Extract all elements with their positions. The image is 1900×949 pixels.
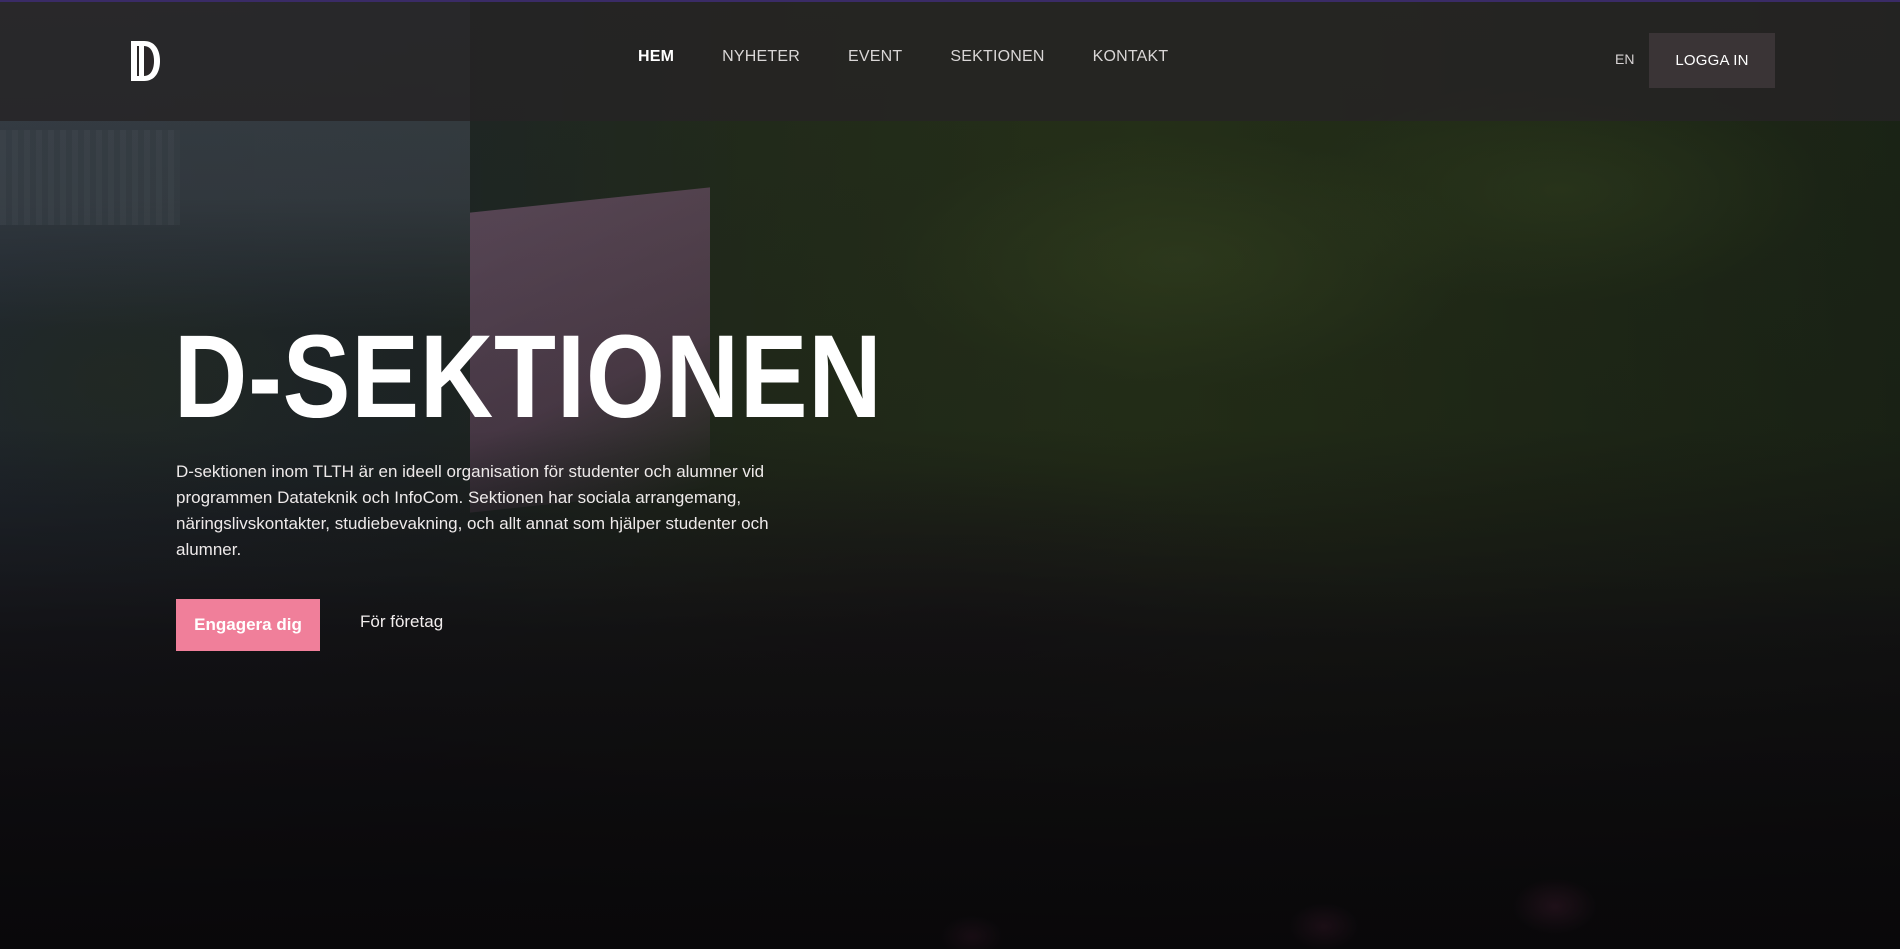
nav-item-kontakt[interactable]: KONTAKT (1093, 48, 1169, 66)
language-switch-link[interactable]: EN (1615, 51, 1634, 67)
hero-title: D-SEKTIONEN (174, 311, 883, 443)
hero-description: D-sektionen inom TLTH är en ideell organ… (176, 462, 769, 559)
nav-item-sektionen[interactable]: SEKTIONEN (950, 48, 1044, 66)
nav-item-nyheter[interactable]: NYHETER (722, 48, 800, 66)
login-button[interactable]: LOGGA IN (1649, 33, 1775, 88)
nav-item-event[interactable]: EVENT (848, 48, 902, 66)
page: HEM NYHETER EVENT SEKTIONEN KONTAKT EN L… (0, 0, 1900, 949)
engage-button[interactable]: Engagera dig (176, 599, 320, 651)
home-logo-link[interactable] (128, 38, 162, 84)
main-nav: HEM NYHETER EVENT SEKTIONEN KONTAKT (638, 48, 1216, 66)
d-sektionen-logo-icon (131, 41, 160, 81)
top-navigation-bar: HEM NYHETER EVENT SEKTIONEN KONTAKT EN L… (0, 0, 1900, 121)
for-companies-link[interactable]: För företag (360, 612, 443, 632)
top-accent-line (0, 0, 1900, 2)
nav-item-hem[interactable]: HEM (638, 48, 674, 66)
